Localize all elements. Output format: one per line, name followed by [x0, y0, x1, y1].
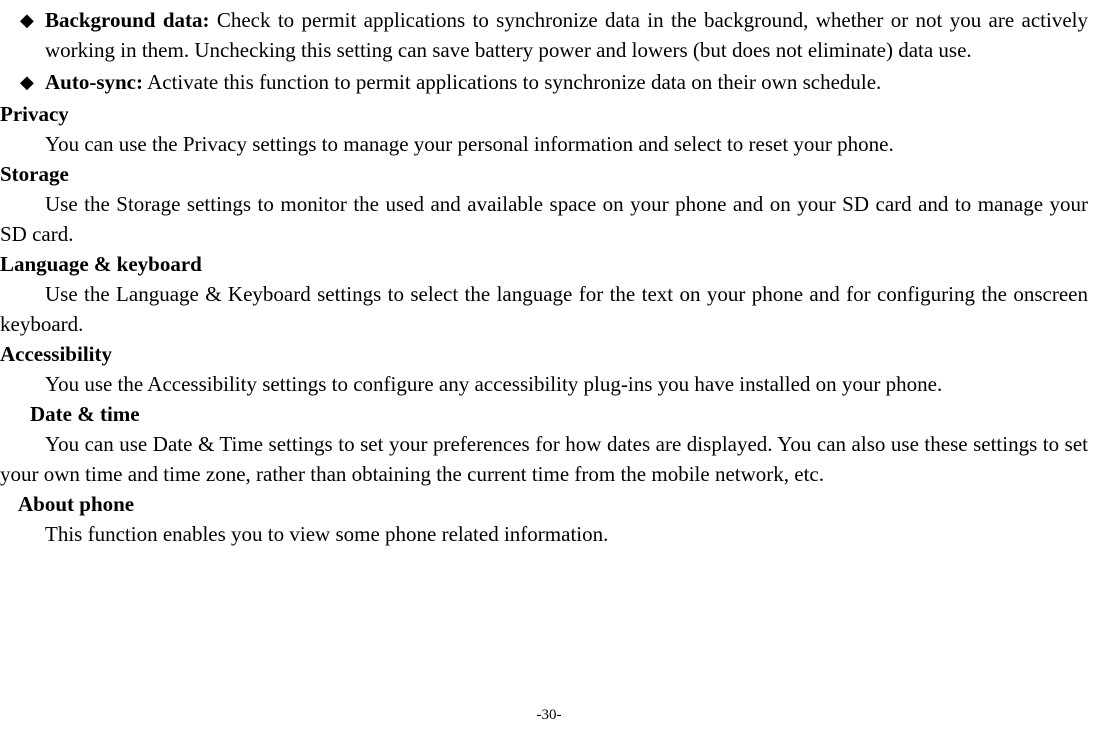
bullet-label: Background data:	[45, 8, 210, 32]
bullet-item: ◆ Background data: Check to permit appli…	[20, 5, 1088, 65]
bullet-label: Auto-sync:	[45, 70, 143, 94]
bullet-item: ◆ Auto-sync: Activate this function to p…	[20, 67, 1088, 97]
bullet-body: Activate this function to permit applica…	[143, 70, 881, 94]
diamond-bullet-icon: ◆	[20, 5, 45, 65]
section-body: You can use the Privacy settings to mana…	[0, 129, 1088, 159]
bullet-text: Auto-sync: Activate this function to per…	[45, 67, 1088, 97]
section-heading-privacy: Privacy	[0, 99, 1088, 129]
section-body: Use the Storage settings to monitor the …	[0, 189, 1088, 249]
section-heading-language: Language & keyboard	[0, 249, 1088, 279]
section-body: Use the Language & Keyboard settings to …	[0, 279, 1088, 339]
section-heading-datetime: Date & time	[30, 399, 1088, 429]
bullet-text: Background data: Check to permit applica…	[45, 5, 1088, 65]
diamond-bullet-icon: ◆	[20, 67, 45, 97]
section-body: You can use Date & Time settings to set …	[0, 429, 1088, 489]
section-body: This function enables you to view some p…	[0, 519, 1088, 549]
section-heading-about: About phone	[18, 489, 1088, 519]
section-heading-accessibility: Accessibility	[0, 339, 1088, 369]
page-number: -30-	[0, 707, 1098, 724]
section-body: You use the Accessibility settings to co…	[0, 369, 1088, 399]
section-heading-storage: Storage	[0, 159, 1088, 189]
